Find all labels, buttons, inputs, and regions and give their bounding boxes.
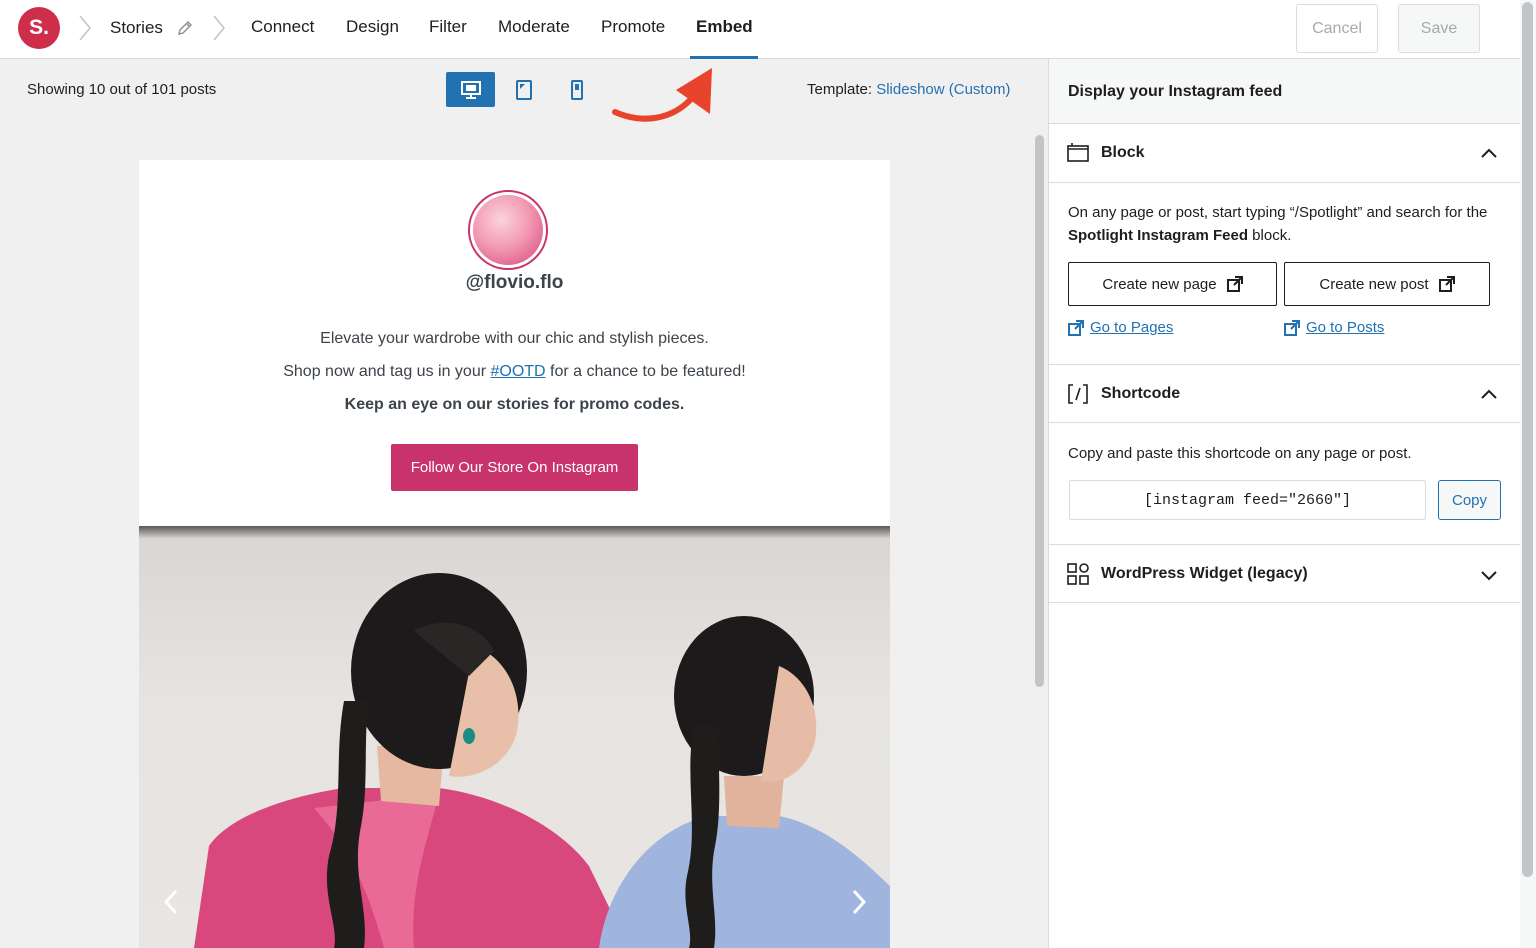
breadcrumb-chevron-icon: [78, 14, 92, 42]
template-selector: Template: Slideshow (Custom): [807, 81, 1010, 98]
feed-name-breadcrumb[interactable]: Stories: [110, 18, 163, 38]
go-to-posts-label: Go to Posts: [1306, 319, 1385, 336]
chevron-up-icon[interactable]: [1479, 385, 1499, 405]
shortcode-icon: [1068, 384, 1088, 404]
save-button[interactable]: Save: [1398, 4, 1480, 53]
template-label: Template:: [807, 81, 873, 98]
chevron-down-icon[interactable]: [1479, 565, 1499, 585]
desktop-icon: [460, 80, 481, 99]
create-new-page-button[interactable]: Create new page: [1068, 262, 1277, 306]
post-count-text: Showing 10 out of 101 posts: [27, 81, 217, 98]
nav-connect[interactable]: Connect: [251, 17, 314, 37]
breadcrumb-chevron-icon: [212, 14, 226, 42]
block-icon: [1067, 143, 1089, 162]
nav-promote[interactable]: Promote: [601, 17, 665, 37]
slideshow-image: [139, 526, 890, 948]
follow-instagram-button[interactable]: Follow Our Store On Instagram: [391, 444, 638, 491]
create-new-post-button[interactable]: Create new post: [1284, 262, 1490, 306]
bio-line: Keep an eye on our stories for promo cod…: [344, 396, 685, 413]
template-link[interactable]: Slideshow (Custom): [876, 81, 1010, 98]
active-tab-indicator: [690, 56, 758, 59]
create-new-post-label: Create new post: [1319, 275, 1429, 293]
nav-embed[interactable]: Embed: [696, 17, 753, 37]
block-description: On any page or post, start typing “/Spot…: [1068, 204, 1488, 244]
nav-filter[interactable]: Filter: [429, 17, 467, 37]
tablet-preview-button[interactable]: [499, 72, 548, 107]
feed-preview: @flovio.flo Elevate your wardrobe with o…: [139, 160, 890, 948]
external-link-icon: [1438, 276, 1455, 292]
widget-section-header[interactable]: WordPress Widget (legacy): [1049, 544, 1521, 603]
bio-line: Elevate your wardrobe with our chic and …: [320, 330, 709, 347]
external-link-icon: [1226, 276, 1243, 292]
shortcode-field[interactable]: [instagram feed="2660"]: [1069, 480, 1426, 520]
tablet-icon: [515, 79, 532, 100]
phone-preview-button[interactable]: [552, 72, 601, 107]
copy-button[interactable]: Copy: [1438, 480, 1501, 520]
widgets-icon: [1067, 563, 1089, 585]
top-bar: S. Stories Connect Design Filter Moderat…: [0, 0, 1520, 59]
shortcode-section-header[interactable]: Shortcode: [1049, 364, 1521, 423]
slideshow-prev-arrow-icon[interactable]: [160, 887, 184, 917]
annotation-arrow-icon: [612, 68, 712, 122]
external-link-icon: [1284, 319, 1300, 336]
spotlight-logo[interactable]: S.: [18, 7, 60, 49]
panel-title: Display your Instagram feed: [1068, 83, 1283, 100]
external-link-icon: [1068, 319, 1084, 336]
profile-avatar[interactable]: [468, 190, 548, 270]
cancel-button[interactable]: Cancel: [1296, 4, 1378, 53]
nav-design[interactable]: Design: [346, 17, 399, 37]
chevron-up-icon[interactable]: [1479, 144, 1499, 164]
hashtag-link[interactable]: #OOTD: [490, 363, 545, 380]
create-new-page-label: Create new page: [1102, 275, 1217, 293]
panel-header: Display your Instagram feed: [1049, 59, 1521, 124]
bio-line: Shop now and tag us in your #OOTD for a …: [283, 363, 746, 380]
slideshow-next-arrow-icon[interactable]: [846, 887, 870, 917]
pencil-icon[interactable]: [176, 19, 194, 37]
nav-moderate[interactable]: Moderate: [498, 17, 570, 37]
go-to-pages-label: Go to Pages: [1090, 319, 1174, 336]
preview-scrollbar-thumb[interactable]: [1035, 135, 1044, 687]
go-to-posts-link[interactable]: Go to Posts: [1284, 319, 1384, 336]
desktop-preview-button[interactable]: [446, 72, 495, 107]
go-to-pages-link[interactable]: Go to Pages: [1068, 319, 1173, 336]
profile-handle: @flovio.flo: [465, 272, 564, 293]
block-section-title: Block: [1101, 144, 1145, 161]
widget-section-title: WordPress Widget (legacy): [1101, 565, 1308, 582]
shortcode-description: Copy and paste this shortcode on any pag…: [1068, 445, 1412, 462]
embed-panel: Display your Instagram feed Block On any…: [1048, 59, 1521, 948]
shortcode-section-title: Shortcode: [1101, 385, 1181, 402]
phone-icon: [570, 79, 583, 100]
page-scrollbar-thumb[interactable]: [1522, 2, 1533, 877]
block-section-header[interactable]: Block: [1049, 124, 1521, 183]
